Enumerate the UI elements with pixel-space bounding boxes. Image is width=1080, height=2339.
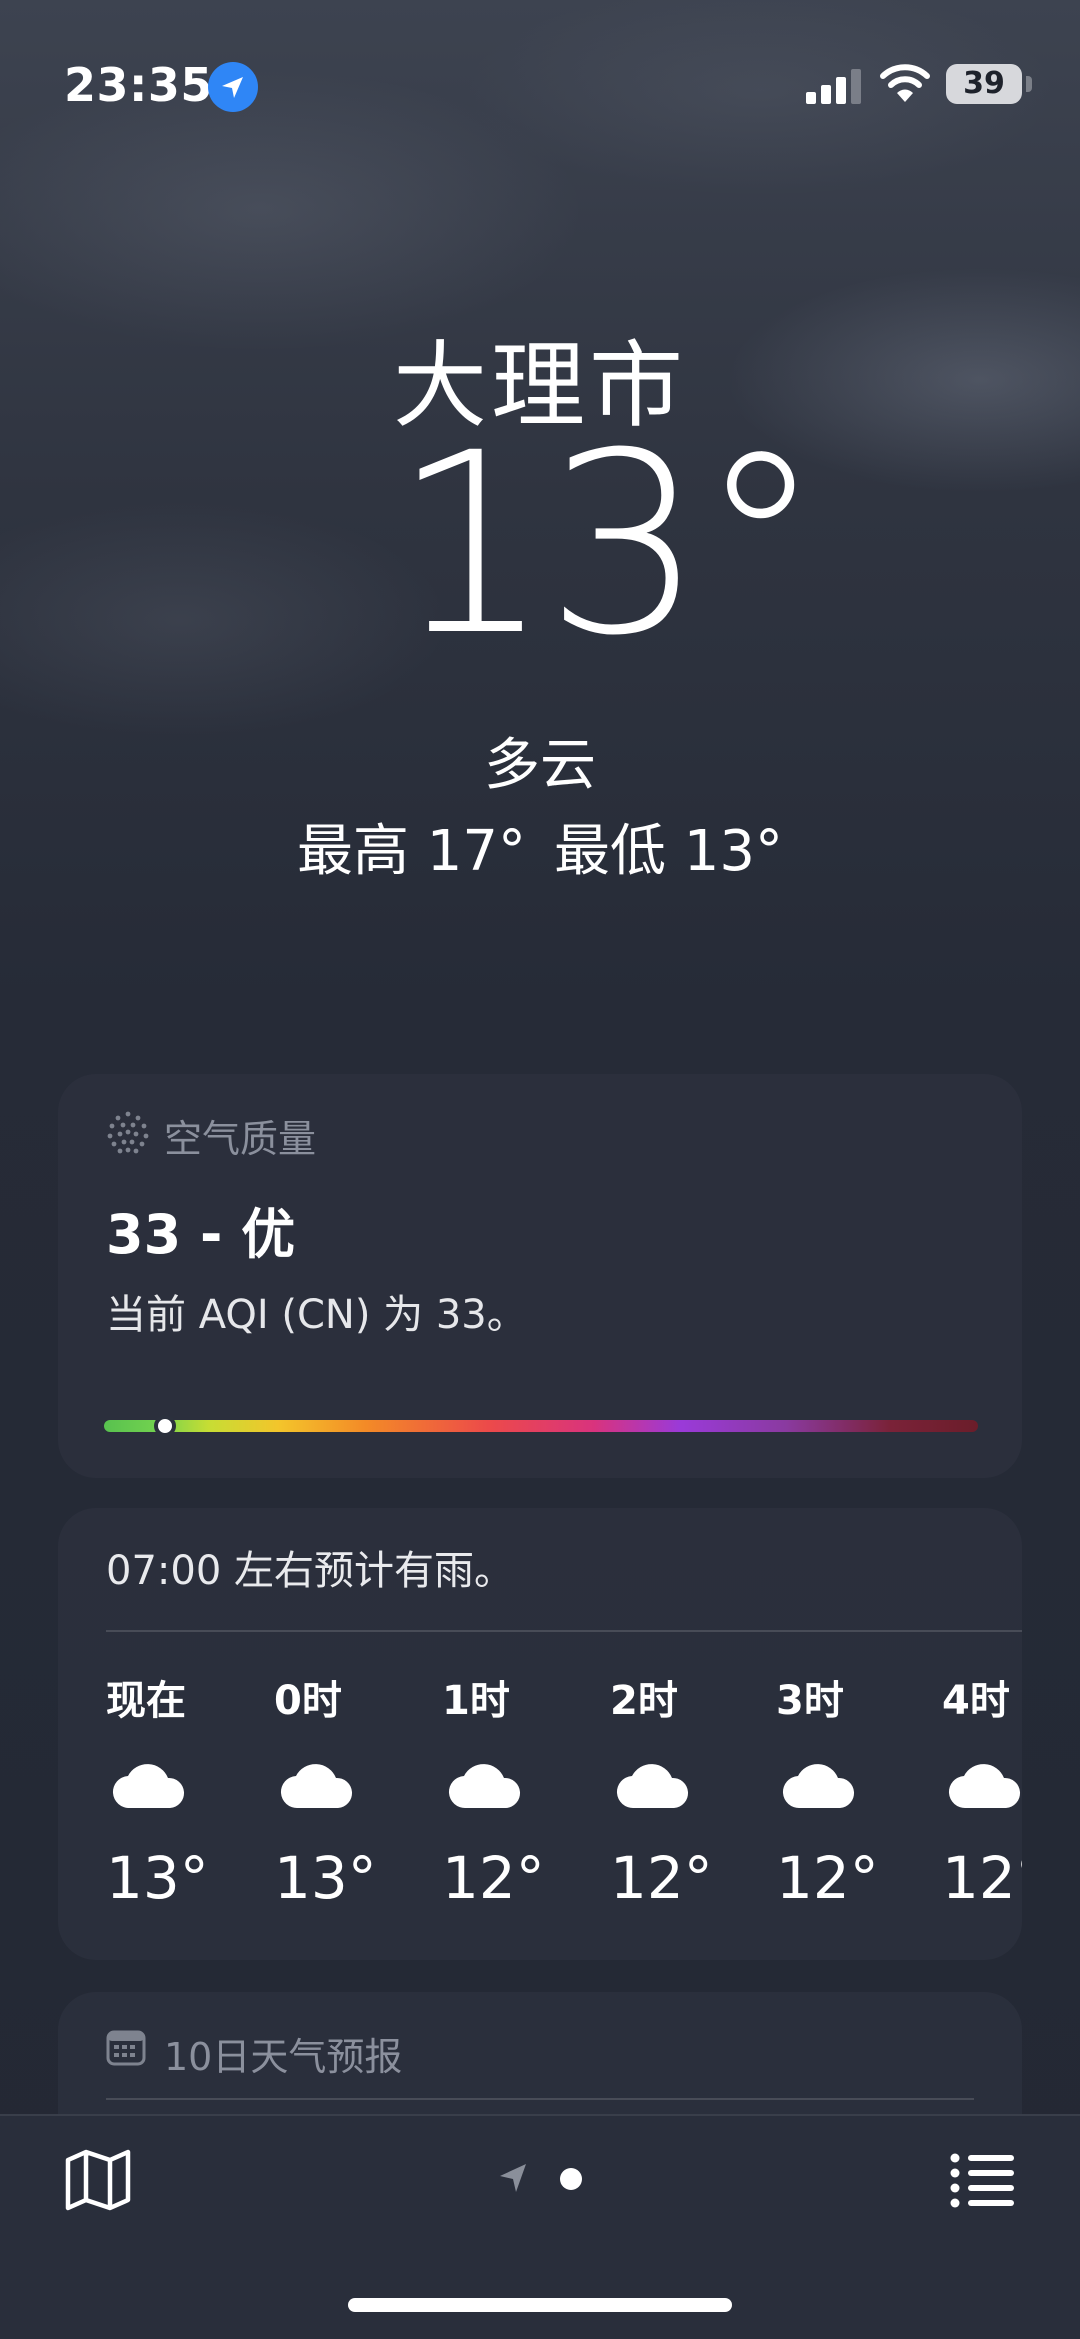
low-temperature: 最低 13° (554, 819, 784, 884)
air-quality-dots-icon (107, 1111, 149, 1154)
high-low-temperatures: 最高 17° 最低 13° (0, 806, 1080, 887)
home-indicator[interactable] (348, 2298, 732, 2312)
aqi-description: 当前 AQI (CN) 为 33。 (106, 1292, 527, 1338)
map-icon[interactable] (64, 2148, 132, 2212)
page-indicator[interactable] (496, 2160, 596, 2200)
aqi-scale-bar (104, 1415, 978, 1437)
aqi-value: 33 - 优 (106, 1203, 296, 1266)
hour-label: 0时 (274, 1678, 342, 1724)
air-quality-label: 空气质量 (164, 1117, 317, 1161)
status-time: 23:35 (64, 58, 213, 112)
hour-item: 1时 12° (442, 1668, 552, 1928)
wifi-icon (880, 64, 930, 102)
hour-temperature: 12° (942, 1844, 1022, 1912)
hour-label: 4时 (942, 1678, 1010, 1724)
location-arrow-icon (500, 2164, 526, 2192)
hour-temperature: 13° (106, 1844, 209, 1912)
hourly-forecast-card[interactable]: 07:00 左右预计有雨。 现在 13° 0时 13° 1时 12° 2时 12… (58, 1508, 1022, 1960)
current-temperature: 13° (392, 399, 823, 690)
hour-label: 2时 (610, 1678, 678, 1724)
cloud-icon (280, 1764, 353, 1809)
hour-label: 1时 (442, 1678, 510, 1724)
air-quality-card[interactable]: 空气质量 33 - 优 当前 AQI (CN) 为 33。 (58, 1074, 1022, 1478)
hour-temperature: 12° (776, 1844, 879, 1912)
hourly-summary: 07:00 左右预计有雨。 (106, 1548, 514, 1594)
divider (106, 1630, 1022, 1632)
daily-forecast-label: 10日天气预报 (164, 2035, 403, 2079)
hour-label: 现在 (106, 1678, 186, 1724)
high-temperature: 最高 17° (296, 819, 526, 884)
cloud-icon (948, 1764, 1021, 1809)
cloud-icon (112, 1764, 185, 1809)
battery-icon: 39 (946, 64, 1022, 104)
hour-temperature: 13° (274, 1844, 377, 1912)
divider (106, 2098, 974, 2100)
cloud-icon (616, 1764, 689, 1809)
battery-nub (1026, 76, 1032, 92)
hour-item: 现在 13° (106, 1668, 216, 1928)
hour-item: 3时 12° (776, 1668, 886, 1928)
cloud-icon (782, 1764, 855, 1809)
hour-item: 0时 13° (274, 1668, 384, 1928)
calendar-icon (106, 2030, 146, 2066)
page-dot (560, 2168, 582, 2190)
hour-item: 4时 12° (942, 1668, 1022, 1928)
cloud-icon (448, 1764, 521, 1809)
location-arrow-icon (208, 62, 258, 112)
current-condition: 多云 (484, 733, 596, 798)
battery-level: 39 (963, 66, 1005, 101)
hour-temperature: 12° (610, 1844, 713, 1912)
hour-item: 2时 12° (610, 1668, 720, 1928)
hour-temperature: 12° (442, 1844, 545, 1912)
hour-label: 3时 (776, 1678, 844, 1724)
list-icon[interactable] (950, 2150, 1014, 2210)
hourly-scroller[interactable]: 现在 13° 0时 13° 1时 12° 2时 12° 3时 12° 4时 12… (106, 1668, 1022, 1928)
aqi-indicator (154, 1415, 177, 1437)
cellular-signal-icon (806, 69, 861, 104)
